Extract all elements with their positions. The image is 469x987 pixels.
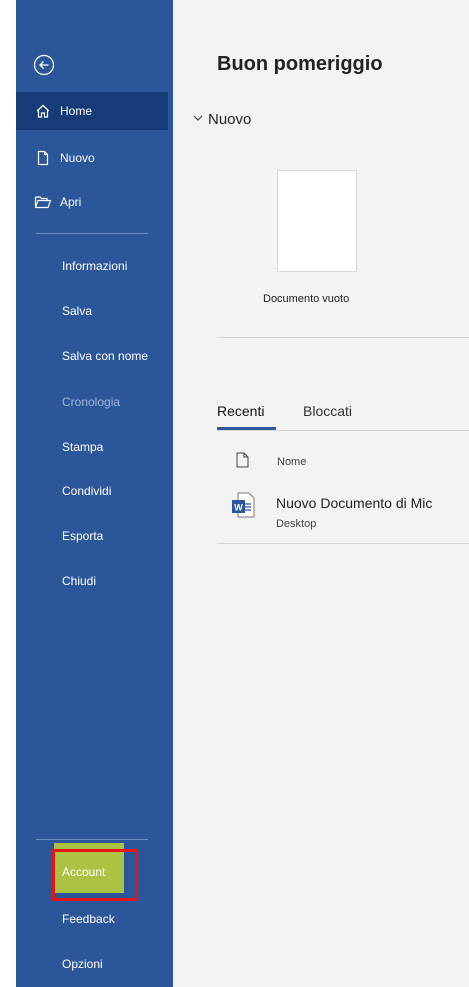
- document-type-icon: [236, 452, 249, 468]
- sidebar-item-informazioni[interactable]: Informazioni: [62, 259, 127, 273]
- sidebar-item-home[interactable]: Home: [16, 92, 168, 130]
- column-header-nome[interactable]: Nome: [277, 456, 306, 468]
- sidebar-item-label: Apri: [60, 195, 82, 209]
- template-caption: Documento vuoto: [263, 293, 350, 305]
- sidebar-item-opzioni[interactable]: Opzioni: [62, 957, 103, 971]
- tabs-divider: [217, 430, 469, 431]
- word-file-icon: W: [232, 492, 255, 518]
- sidebar-item-esporta[interactable]: Esporta: [62, 529, 103, 543]
- tab-recenti[interactable]: Recenti: [217, 403, 264, 419]
- backstage-main: Buon pomeriggio Nuovo Documento vuoto Re…: [173, 0, 469, 987]
- back-arrow-icon[interactable]: [33, 54, 55, 76]
- section-divider: [217, 337, 469, 338]
- sidebar-item-feedback[interactable]: Feedback: [62, 912, 115, 926]
- sidebar-item-salva[interactable]: Salva: [62, 304, 92, 318]
- sidebar-item-salva-con-nome[interactable]: Salva con nome: [62, 349, 148, 363]
- list-divider: [217, 543, 469, 544]
- sidebar-item-stampa[interactable]: Stampa: [62, 440, 103, 454]
- open-folder-icon: [34, 193, 52, 211]
- sidebar-item-nuovo[interactable]: Nuovo: [16, 139, 168, 177]
- sidebar-item-chiudi[interactable]: Chiudi: [62, 574, 96, 588]
- sidebar-item-label: Home: [60, 104, 93, 118]
- page-title: Buon pomeriggio: [217, 53, 383, 75]
- svg-text:W: W: [234, 503, 243, 513]
- sidebar-item-label: Nuovo: [60, 151, 95, 165]
- sidebar-divider: [36, 233, 148, 234]
- sidebar-item-condividi[interactable]: Condividi: [62, 484, 111, 498]
- tab-bloccati[interactable]: Bloccati: [303, 403, 352, 419]
- home-icon: [34, 102, 52, 120]
- recent-file-name[interactable]: Nuovo Documento di Mic: [276, 495, 432, 511]
- recent-file-location: Desktop: [276, 518, 317, 530]
- new-document-icon: [34, 149, 52, 167]
- chevron-down-icon[interactable]: [193, 115, 203, 122]
- new-section-header[interactable]: Nuovo: [208, 111, 251, 128]
- blank-document-template[interactable]: [277, 170, 357, 272]
- sidebar-divider: [36, 839, 148, 840]
- sidebar-item-cronologia[interactable]: Cronologia: [62, 395, 120, 409]
- sidebar-item-account[interactable]: Account: [62, 865, 105, 879]
- sidebar-item-apri[interactable]: Apri: [16, 183, 168, 221]
